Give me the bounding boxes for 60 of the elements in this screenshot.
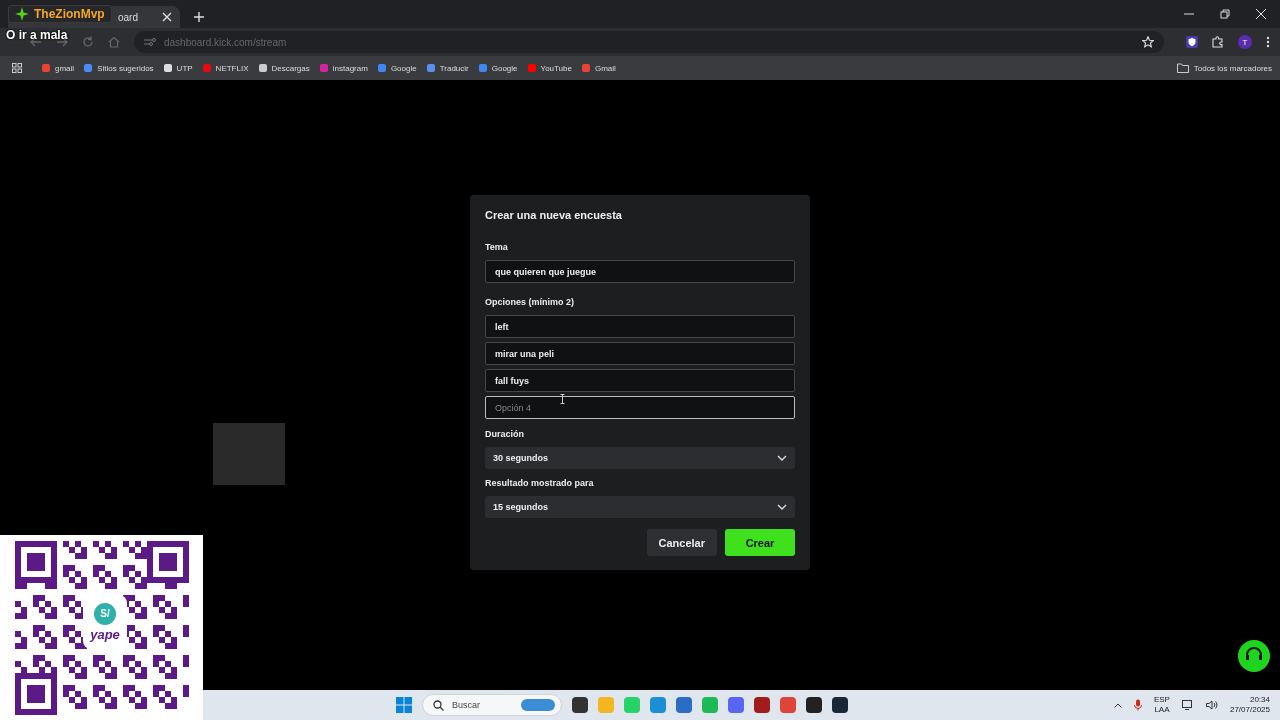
- app-icon[interactable]: [832, 697, 848, 713]
- field-label: Duración: [485, 429, 525, 439]
- bookmark-link[interactable]: gmail: [42, 63, 75, 73]
- option-field[interactable]: Opción 4: [485, 396, 795, 419]
- bookmark-folder[interactable]: Todos los marcadores: [1176, 63, 1272, 73]
- search-icon: [433, 699, 444, 711]
- option-field[interactable]: left: [485, 315, 795, 338]
- topic-field[interactable]: que quieren que juegue: [485, 260, 795, 283]
- apps-grid-icon[interactable]: [12, 63, 22, 73]
- bookmark-link[interactable]: Google: [478, 63, 518, 73]
- bookmark-link[interactable]: UTP: [163, 63, 193, 73]
- channel-badge: TheZionMvp: [8, 5, 112, 23]
- new-tab-icon[interactable]: [194, 12, 204, 22]
- create-button[interactable]: Crear: [725, 529, 795, 556]
- language-indicator[interactable]: ESP LAA: [1153, 695, 1170, 715]
- duration-dropdown[interactable]: 30 segundos: [485, 447, 795, 469]
- reload-icon[interactable]: [82, 36, 94, 48]
- field-label: Tema: [485, 242, 509, 252]
- option-field[interactable]: mirar una peli: [485, 342, 795, 365]
- profile-avatar[interactable]: T: [1238, 35, 1252, 49]
- restore-icon[interactable]: [1220, 9, 1230, 19]
- bookmark-link[interactable]: Gmail: [581, 63, 616, 73]
- bookmark-link[interactable]: NETFLIX: [202, 63, 249, 73]
- dialog-title: Crear una nueva encuesta: [485, 209, 623, 221]
- qr-logo-badge: S/ yape: [83, 595, 127, 649]
- puzzle-piece-icon[interactable]: [1212, 36, 1224, 48]
- site-settings-icon[interactable]: [144, 37, 156, 47]
- speaker-icon[interactable]: [1205, 700, 1218, 710]
- app-icon[interactable]: [754, 697, 770, 713]
- close-icon[interactable]: [1256, 9, 1266, 19]
- shield-icon[interactable]: [1186, 36, 1198, 48]
- text-cursor-icon: [560, 394, 565, 404]
- bookmark-link[interactable]: Sitios sugeridos: [84, 63, 154, 73]
- chevron-down-icon: [777, 504, 787, 510]
- option-field[interactable]: fall fuys: [485, 369, 795, 392]
- field-label: Opciones (mínimo 2): [485, 297, 575, 307]
- clock[interactable]: 20:34 27/07/2025: [1229, 695, 1270, 715]
- home-icon[interactable]: [108, 36, 120, 48]
- bookmark-link[interactable]: Traducir: [426, 63, 469, 73]
- field-label: Resultado mostrado para: [485, 478, 595, 488]
- star-icon[interactable]: [1142, 36, 1154, 48]
- search-field[interactable]: Buscar: [422, 694, 562, 716]
- bookmark-link[interactable]: instagram: [319, 63, 368, 73]
- chevron-up-icon[interactable]: [1113, 702, 1122, 708]
- bookmark-link[interactable]: Descargas: [258, 63, 310, 73]
- bookmark-link[interactable]: YouTube: [527, 63, 572, 73]
- app-icon[interactable]: [572, 697, 588, 713]
- folder-icon: [1176, 63, 1189, 73]
- cancel-button[interactable]: Cancelar: [646, 529, 717, 556]
- bookmark-link[interactable]: Google: [377, 63, 417, 73]
- microphone-icon[interactable]: [1133, 699, 1142, 711]
- result-duration-dropdown[interactable]: 15 segundos: [485, 496, 795, 518]
- support-icon[interactable]: [1238, 640, 1270, 672]
- close-icon[interactable]: [162, 12, 172, 22]
- overlay-caption: O ir a mala: [6, 28, 68, 42]
- app-icon[interactable]: [806, 697, 822, 713]
- search-highlight-icon: [521, 699, 555, 711]
- sparkle-icon: [15, 7, 29, 21]
- chevron-down-icon: [777, 455, 787, 461]
- menu-icon[interactable]: [1266, 36, 1270, 48]
